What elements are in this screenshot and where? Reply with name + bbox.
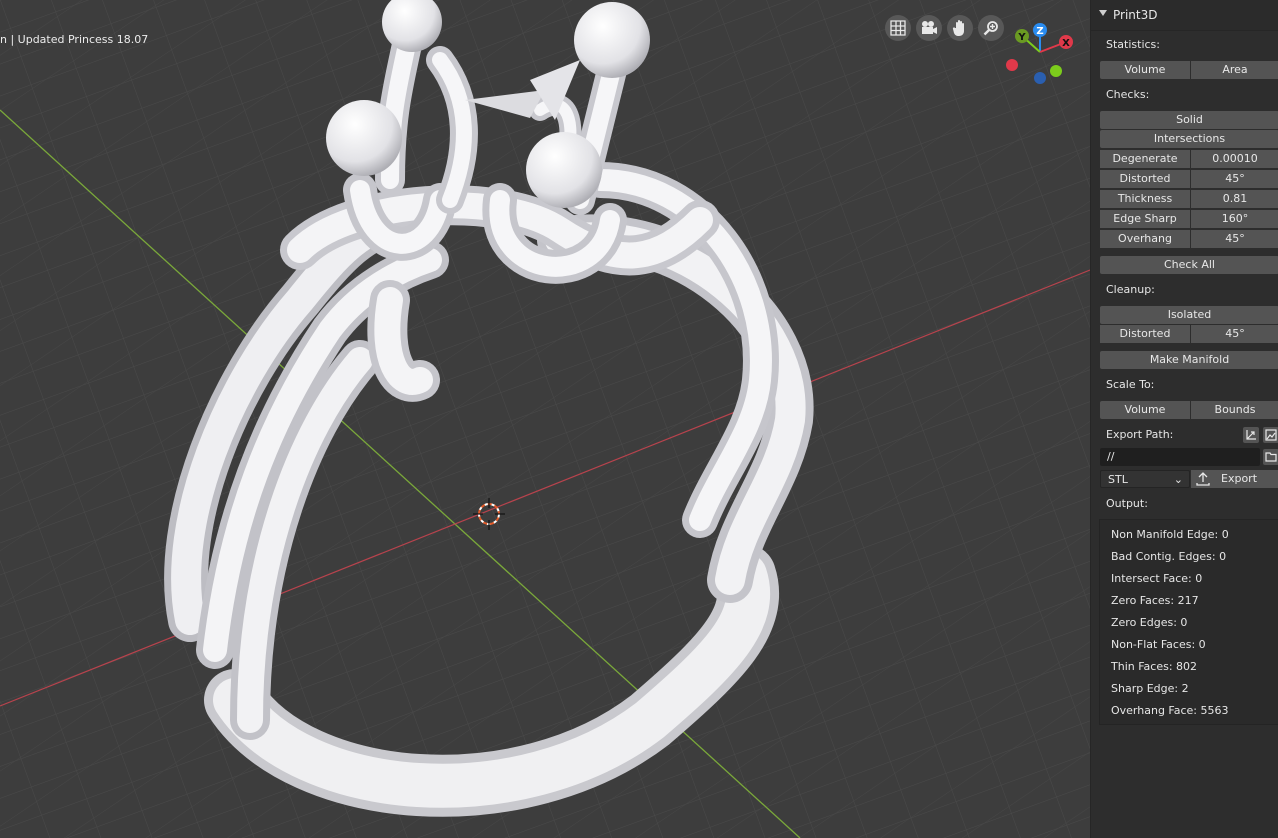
check-overhang-button[interactable]: Overhang [1100,230,1190,248]
collapse-arrow-icon[interactable] [1099,10,1107,16]
output-line: Bad Contig. Edges: 0 [1111,550,1227,563]
export-path-label: Export Path: [1106,428,1174,441]
scale-volume-button[interactable]: Volume [1100,401,1190,419]
check-distorted-button[interactable]: Distorted [1100,170,1190,188]
check-solid-button[interactable]: Solid [1100,111,1278,129]
output-line: Sharp Edge: 2 [1111,682,1189,695]
prong-ball [574,2,650,78]
output-label: Output: [1106,497,1148,510]
statistics-label: Statistics: [1106,38,1160,51]
check-thickness-button[interactable]: Thickness [1100,190,1190,208]
cleanup-distorted-button[interactable]: Distorted [1100,325,1190,343]
camera-icon[interactable] [916,15,942,41]
checks-label: Checks: [1106,88,1150,101]
svg-text:Y: Y [1017,32,1026,43]
export-path-input[interactable]: // [1100,448,1260,466]
edge-sharp-value-field[interactable]: 160° [1191,210,1278,228]
svg-text:Z: Z [1036,26,1043,37]
output-list: Non Manifold Edge: 0 Bad Contig. Edges: … [1099,519,1278,725]
check-intersections-button[interactable]: Intersections [1100,130,1278,148]
thickness-value-field[interactable]: 0.81 [1191,190,1278,208]
overhang-value-field[interactable]: 45° [1191,230,1278,248]
chevron-down-icon: ⌄ [1173,473,1183,486]
export-label: Export [1221,472,1258,485]
export-texture-icon[interactable] [1263,427,1278,443]
grid-icon[interactable] [885,15,911,41]
statistics-area-button[interactable]: Area [1191,61,1278,79]
scale-bounds-button[interactable]: Bounds [1191,401,1278,419]
scale-to-label: Scale To: [1106,378,1155,391]
output-line: Zero Edges: 0 [1111,616,1188,629]
cleanup-isolated-button[interactable]: Isolated [1100,306,1278,324]
output-line: Intersect Face: 0 [1111,572,1203,585]
panel-title: Print3D [1113,8,1158,22]
print3d-panel: Print3D Statistics: Volume Area Checks: … [1090,0,1278,838]
export-relative-icon[interactable] [1243,427,1259,443]
check-degenerate-button[interactable]: Degenerate [1100,150,1190,168]
output-line: Thin Faces: 802 [1111,660,1198,673]
make-manifold-button[interactable]: Make Manifold [1100,351,1278,369]
output-line: Overhang Face: 5563 [1111,704,1229,717]
upload-icon [1196,470,1210,488]
distorted-value-field[interactable]: 45° [1191,170,1278,188]
axis-gizmo[interactable]: Z Y X [1000,18,1090,90]
statistics-volume-button[interactable]: Volume [1100,61,1190,79]
prong-ball [326,100,402,176]
viewport-scene[interactable] [0,0,1090,838]
output-line: Zero Faces: 217 [1111,594,1199,607]
output-line: Non Manifold Edge: 0 [1111,528,1229,541]
output-line: Non-Flat Faces: 0 [1111,638,1206,651]
format-select-value: STL [1108,473,1128,486]
format-select[interactable]: STL ⌄ [1100,470,1190,488]
hand-icon[interactable] [947,15,973,41]
3d-viewport[interactable]: n | Updated Princess 18.07 Z Y X [0,0,1090,838]
check-all-button[interactable]: Check All [1100,256,1278,274]
folder-icon[interactable] [1263,449,1278,465]
check-edge-sharp-button[interactable]: Edge Sharp [1100,210,1190,228]
cleanup-distorted-value-field[interactable]: 45° [1191,325,1278,343]
neg-y-handle [1050,65,1062,77]
cleanup-label: Cleanup: [1106,283,1155,296]
panel-header[interactable]: Print3D [1091,0,1278,31]
prong-ball [526,132,602,208]
neg-z-handle [1034,72,1046,84]
svg-text:X: X [1062,38,1070,49]
export-button[interactable]: Export [1191,470,1278,488]
viewport-caption: n | Updated Princess 18.07 [0,33,149,46]
degenerate-value-field[interactable]: 0.00010 [1191,150,1278,168]
neg-x-handle [1006,59,1018,71]
